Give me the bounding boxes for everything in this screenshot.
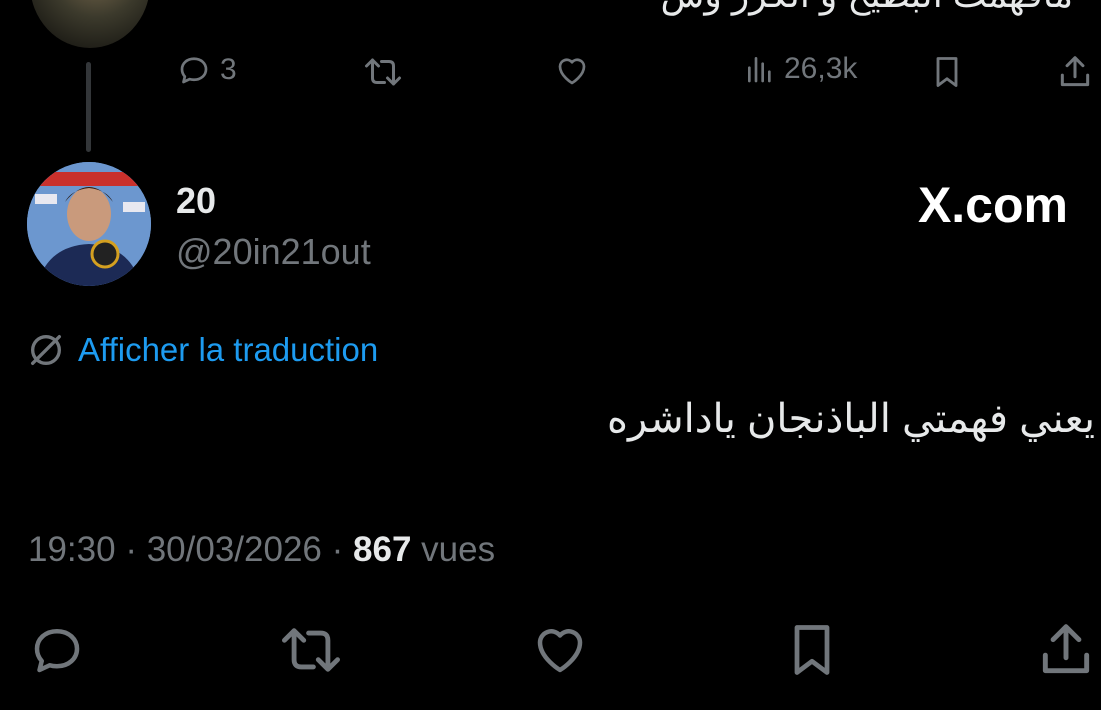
like-button[interactable] (529, 620, 591, 680)
previous-tweet-text: مافهمت البطيخ و الكرز وش (660, 0, 1073, 16)
bookmark-icon (782, 620, 842, 680)
previous-share-button[interactable] (1056, 53, 1094, 91)
previous-views-count: 26,3k (784, 52, 858, 85)
previous-reply-count: 3 (220, 53, 237, 86)
previous-reply-button[interactable]: 3 (176, 52, 237, 88)
share-icon (1035, 619, 1097, 681)
thread-connector-line (86, 62, 91, 152)
translate-label: Afficher la traduction (78, 331, 379, 368)
translate-icon (26, 330, 66, 370)
show-translation-link[interactable]: Afficher la traduction (26, 330, 378, 370)
tweet-text: يعني فهمتي الباذنجان ياداشره (607, 397, 1095, 441)
previous-bookmark-button[interactable] (929, 54, 965, 90)
tweet-time[interactable]: 19:30 (28, 530, 116, 569)
share-button[interactable] (1035, 619, 1097, 681)
retweet-icon (276, 621, 346, 679)
bookmark-button[interactable] (782, 620, 842, 680)
like-icon (529, 620, 591, 680)
separator: · (331, 530, 344, 569)
reply-button[interactable] (27, 620, 87, 680)
views-count: 867 (353, 530, 412, 569)
previous-like-button[interactable] (553, 53, 591, 89)
retweet-button[interactable] (276, 621, 346, 679)
retweet-icon (362, 54, 404, 90)
tweet-date[interactable]: 30/03/2026 (147, 530, 322, 569)
share-icon (1056, 53, 1094, 91)
tweet-metadata: 19:30 · 30/03/2026 · 867 vues (28, 530, 495, 570)
separator: · (125, 530, 137, 569)
views-icon (744, 52, 776, 86)
display-name[interactable]: 20 (176, 180, 216, 222)
views-label: vues (421, 530, 496, 569)
reply-icon (176, 52, 212, 88)
avatar[interactable] (27, 162, 151, 286)
reply-icon (27, 620, 87, 680)
x-com-watermark: X.com (917, 177, 1068, 233)
previous-retweet-button[interactable] (362, 54, 404, 90)
previous-views-button[interactable]: 26,3k (744, 52, 857, 86)
previous-tweet-avatar[interactable] (30, 0, 150, 48)
user-handle[interactable]: @20in21out (176, 231, 371, 273)
avatar-photo (27, 162, 151, 286)
like-icon (553, 53, 591, 89)
bookmark-icon (929, 54, 965, 90)
